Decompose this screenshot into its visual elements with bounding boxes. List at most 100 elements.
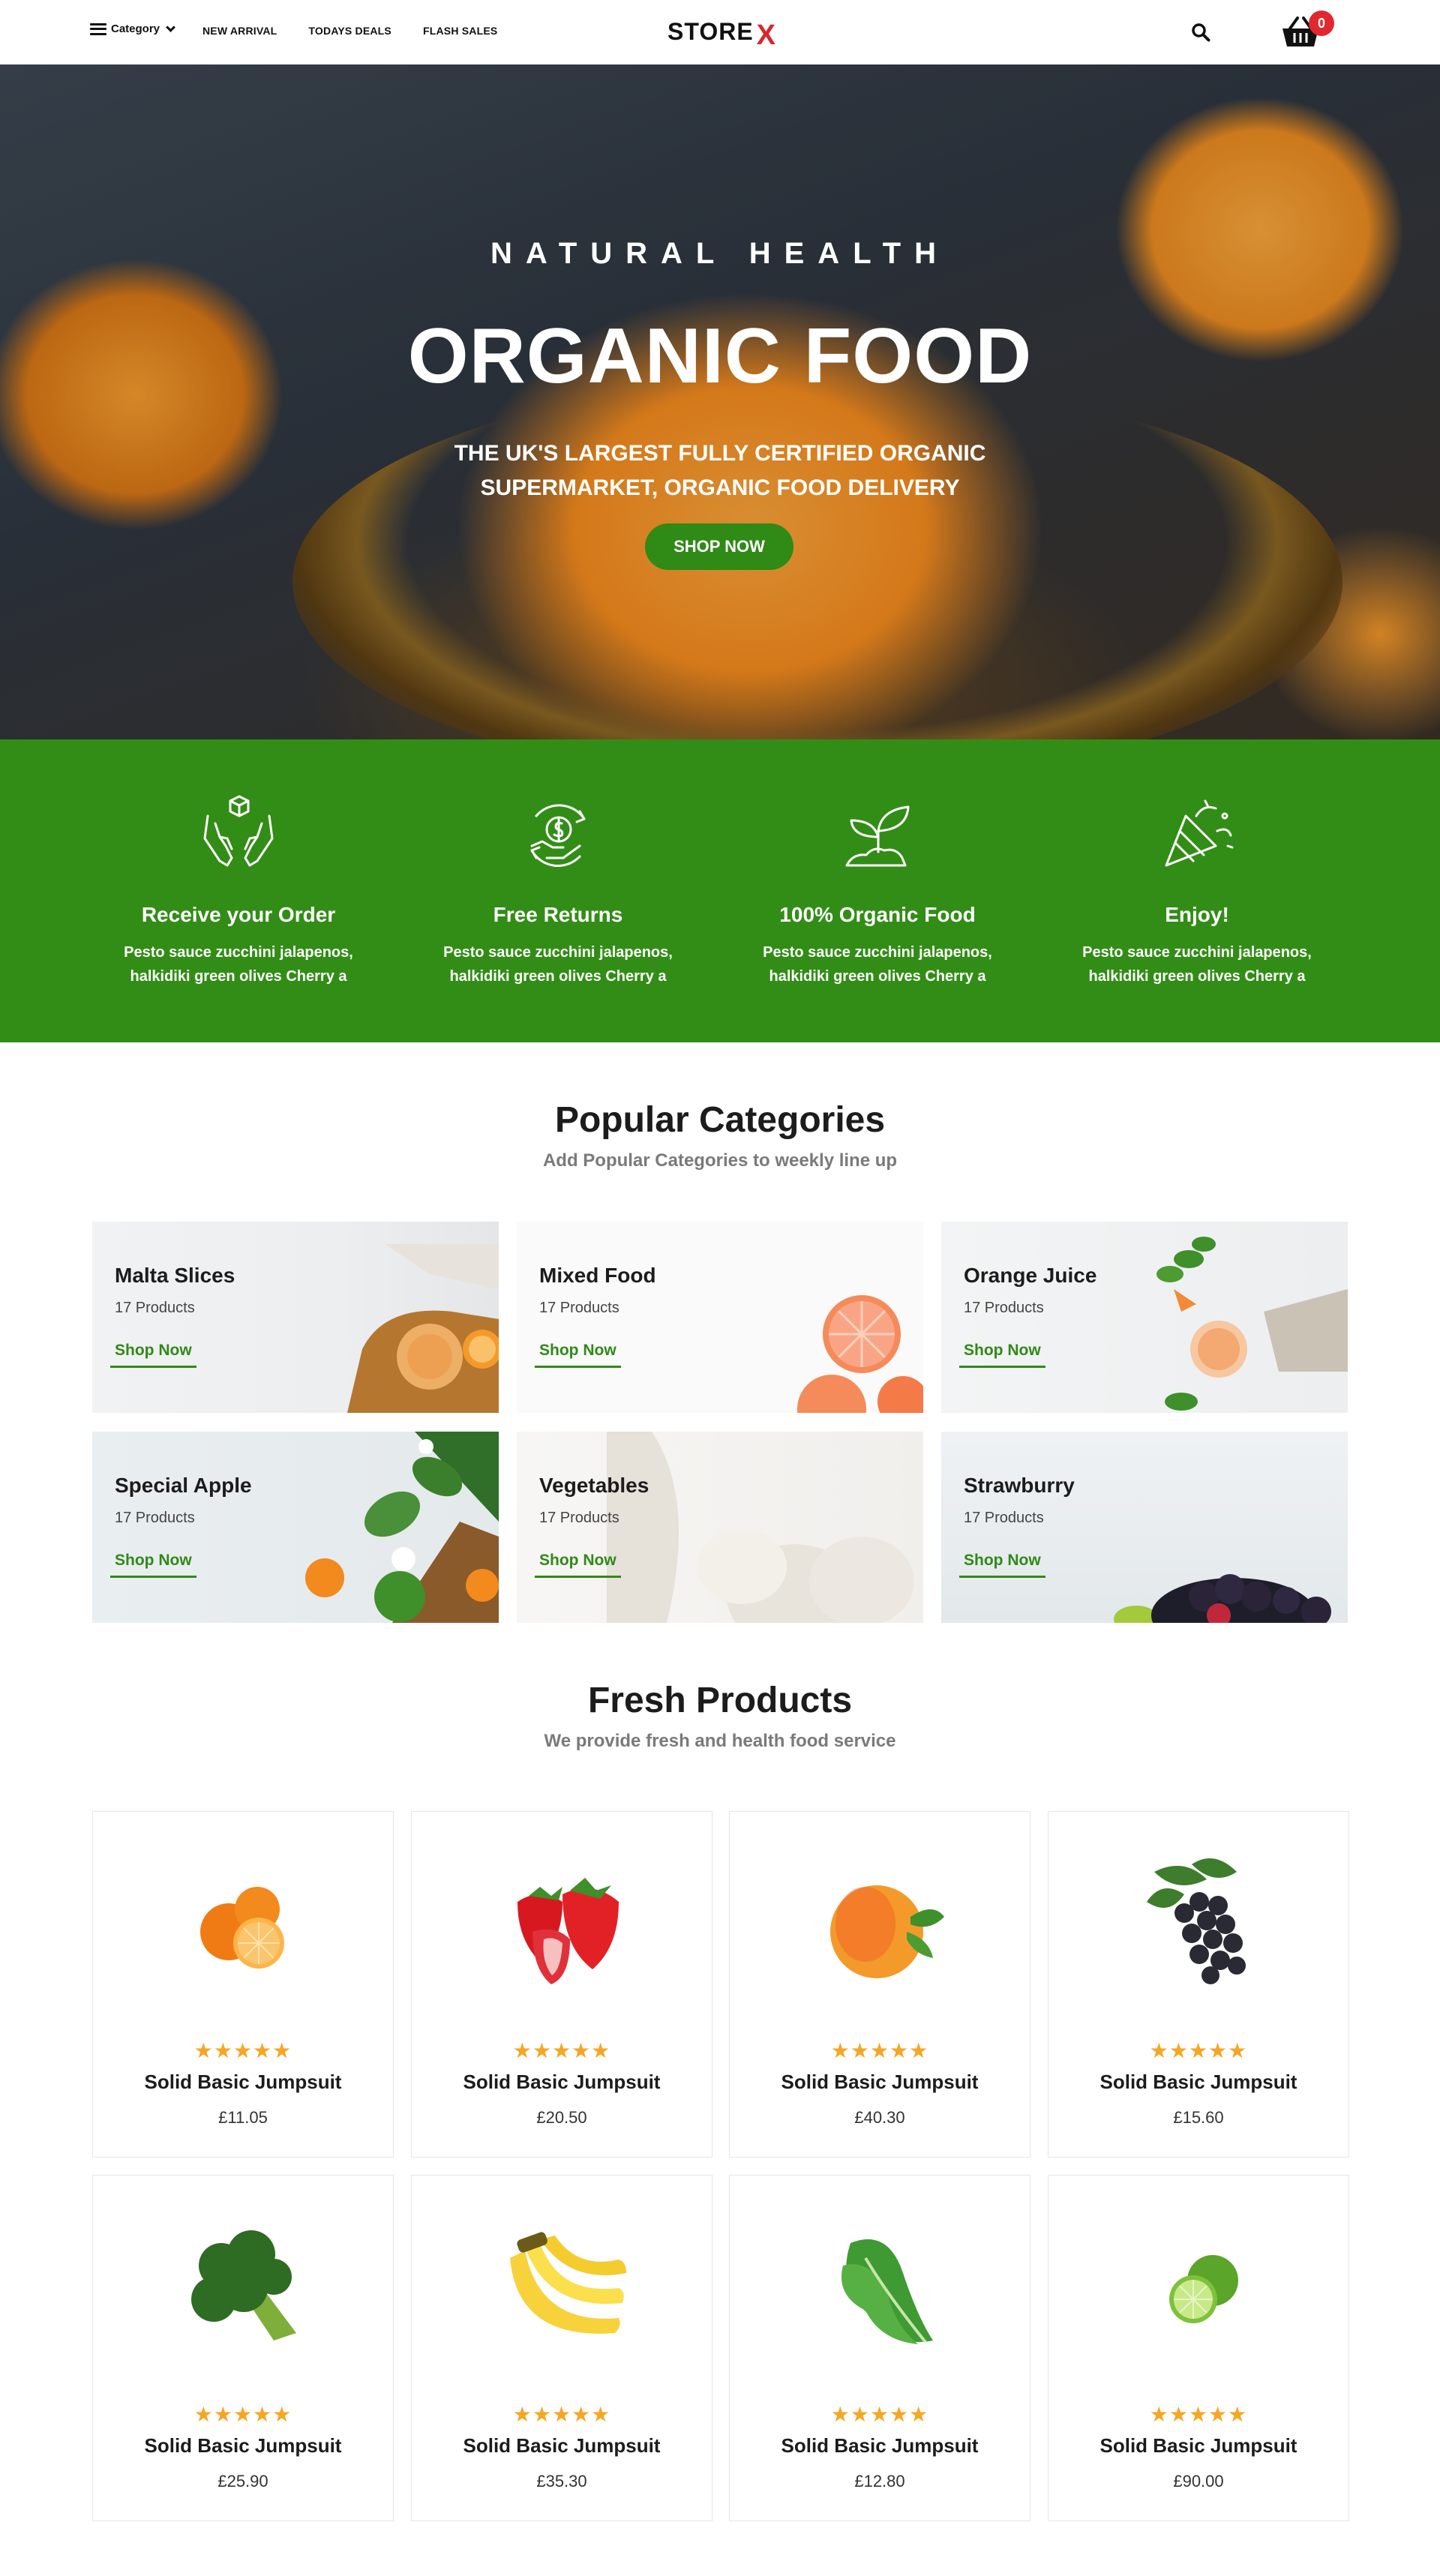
product-image-strawberry xyxy=(518,1878,619,1984)
nav-link-todays-deals[interactable]: TODAYS DEALS xyxy=(308,25,392,37)
feature-title: Enjoy! xyxy=(1165,903,1229,926)
category-card-special-apple[interactable]: Special Apple 17 Products Shop Now xyxy=(92,1432,499,1623)
rating-stars: ★★★★★ xyxy=(830,2403,929,2426)
category-count: 17 Products xyxy=(115,1300,195,1316)
product-name[interactable]: Solid Basic Jumpsuit xyxy=(1048,2434,1348,2458)
hero-title: ORGANIC FOOD xyxy=(407,313,1033,400)
category-card-vegetables[interactable]: Vegetables 17 Products Shop Now xyxy=(517,1432,923,1623)
categories-subtitle: Add Popular Categories to weekly line up xyxy=(542,1150,898,1171)
hands-box-icon xyxy=(203,795,274,867)
feature-desc: Pesto sauce zucchini jalapenos, halkidik… xyxy=(124,944,353,985)
product-price: £15.60 xyxy=(1173,2108,1224,2127)
product-card[interactable]: ★★★★★ Solid Basic Jumpsuit £20.50 xyxy=(411,1811,712,2158)
product-card[interactable]: ★★★★★ Solid Basic Jumpsuit £15.60 xyxy=(1048,1811,1349,2158)
product-image-broccoli xyxy=(191,2230,296,2341)
category-count: 17 Products xyxy=(964,1300,1044,1316)
category-count: 17 Products xyxy=(539,1510,620,1526)
shop-now-button[interactable]: SHOP NOW xyxy=(645,523,794,570)
hero-banner: NATURAL HEALTH ORGANIC FOOD THE UK'S LAR… xyxy=(0,64,1440,739)
rating-stars: ★★★★★ xyxy=(512,2403,611,2426)
category-count: 17 Products xyxy=(539,1300,620,1316)
category-card-malta-slices[interactable]: Malta Slices 17 Products Shop Now xyxy=(92,1222,499,1413)
category-card-mixed-food[interactable]: Mixed Food 17 Products Shop Now xyxy=(517,1222,923,1413)
category-shop-now-link[interactable]: Shop Now xyxy=(110,1552,196,1578)
product-image-peach xyxy=(830,1885,944,1978)
rating-stars: ★★★★★ xyxy=(1149,2403,1248,2426)
product-card[interactable]: ★★★★★ Solid Basic Jumpsuit £25.90 xyxy=(92,2175,394,2521)
product-name[interactable]: Solid Basic Jumpsuit xyxy=(412,2434,712,2458)
rating-stars: ★★★★★ xyxy=(1149,2039,1248,2062)
features-strip: Receive your Order Pesto sauce zucchini … xyxy=(0,739,1440,1042)
category-image xyxy=(305,1432,499,1623)
category-count: 17 Products xyxy=(964,1510,1044,1526)
category-shop-now-link[interactable]: Shop Now xyxy=(959,1552,1046,1578)
product-name[interactable]: Solid Basic Jumpsuit xyxy=(93,2071,393,2094)
product-card[interactable]: ★★★★★ Solid Basic Jumpsuit £11.05 xyxy=(92,1811,394,2158)
logo-mark: X xyxy=(756,19,777,51)
category-name: Special Apple xyxy=(115,1474,252,1497)
category-shop-now-link[interactable]: Shop Now xyxy=(110,1342,196,1368)
category-card-orange-juice[interactable]: Orange Juice 17 Products Shop Now xyxy=(941,1222,1348,1413)
feature-title: 100% Organic Food xyxy=(779,903,976,926)
product-name[interactable]: Solid Basic Jumpsuit xyxy=(1048,2071,1348,2094)
cart-count-badge: 0 xyxy=(1309,10,1334,36)
product-image-grapes xyxy=(1147,1858,1246,1984)
product-name[interactable]: Solid Basic Jumpsuit xyxy=(93,2434,393,2458)
money-return-icon xyxy=(530,804,586,867)
hero-subtitle: THE UK'S LARGEST FULLY CERTIFIED ORGANIC… xyxy=(454,441,986,500)
category-menu-label: Category xyxy=(111,22,160,35)
rating-stars: ★★★★★ xyxy=(830,2039,929,2062)
site-logo[interactable]: STORE X xyxy=(668,15,776,51)
category-name: Vegetables xyxy=(539,1474,650,1497)
category-name: Strawburry xyxy=(964,1474,1075,1497)
category-image xyxy=(607,1432,914,1623)
party-popper-icon xyxy=(1165,799,1234,867)
product-name[interactable]: Solid Basic Jumpsuit xyxy=(730,2434,1030,2458)
feature-title: Receive your Order xyxy=(141,903,336,926)
category-image xyxy=(347,1244,499,1413)
product-card[interactable]: ★★★★★ Solid Basic Jumpsuit £12.80 xyxy=(729,2175,1030,2521)
product-image-orange xyxy=(200,1887,284,1969)
category-image xyxy=(1156,1237,1348,1411)
feature-desc: Pesto sauce zucchini jalapenos, halkidik… xyxy=(1082,944,1312,985)
rating-stars: ★★★★★ xyxy=(194,2039,292,2062)
product-image-lime xyxy=(1169,2255,1238,2323)
category-image xyxy=(797,1295,923,1413)
product-card[interactable]: ★★★★★ Solid Basic Jumpsuit £35.30 xyxy=(411,2175,712,2521)
product-card[interactable]: ★★★★★ Solid Basic Jumpsuit £90.00 xyxy=(1048,2175,1349,2521)
product-name[interactable]: Solid Basic Jumpsuit xyxy=(412,2071,712,2094)
main-nav: NEW ARRIVAL TODAYS DEALS FLASH SALES xyxy=(202,25,497,37)
nav-link-flash-sales[interactable]: FLASH SALES xyxy=(423,25,497,37)
category-name: Orange Juice xyxy=(964,1264,1097,1287)
category-name: Malta Slices xyxy=(115,1264,236,1287)
product-image-lettuce xyxy=(842,2239,933,2344)
logo-text: STORE xyxy=(668,18,754,45)
category-image xyxy=(1114,1574,1331,1623)
product-name[interactable]: Solid Basic Jumpsuit xyxy=(730,2071,1030,2094)
product-price: £20.50 xyxy=(536,2108,587,2127)
rating-stars: ★★★★★ xyxy=(194,2403,292,2426)
category-card-strawburry[interactable]: Strawburry 17 Products Shop Now xyxy=(941,1432,1348,1623)
feature-desc: Pesto sauce zucchini jalapenos, halkidik… xyxy=(443,944,673,985)
hamburger-icon xyxy=(90,22,106,35)
product-price: £11.05 xyxy=(218,2108,268,2127)
categories-title: Popular Categories xyxy=(554,1100,886,1140)
products-subtitle: We provide fresh and health food service xyxy=(544,1731,896,1751)
category-shop-now-link[interactable]: Shop Now xyxy=(959,1342,1046,1368)
category-menu-button[interactable]: Category xyxy=(90,22,176,35)
feature-desc: Pesto sauce zucchini jalapenos, halkidik… xyxy=(763,944,992,985)
rating-stars: ★★★★★ xyxy=(512,2039,611,2062)
category-shop-now-link[interactable]: Shop Now xyxy=(535,1552,621,1578)
products-title: Fresh Products xyxy=(587,1681,853,1720)
product-price: £90.00 xyxy=(1173,2472,1224,2491)
category-name: Mixed Food xyxy=(539,1264,656,1287)
nav-link-new-arrival[interactable]: NEW ARRIVAL xyxy=(202,25,277,37)
sprout-icon xyxy=(845,805,910,867)
product-card[interactable]: ★★★★★ Solid Basic Jumpsuit £40.30 xyxy=(729,1811,1030,2158)
site-header: Category NEW ARRIVAL TODAYS DEALS FLASH … xyxy=(0,0,1440,64)
product-price: £12.80 xyxy=(854,2472,905,2491)
search-icon[interactable] xyxy=(1191,22,1210,42)
feature-title: Free Returns xyxy=(493,903,623,926)
product-price: £35.30 xyxy=(536,2472,587,2491)
category-shop-now-link[interactable]: Shop Now xyxy=(535,1342,621,1368)
